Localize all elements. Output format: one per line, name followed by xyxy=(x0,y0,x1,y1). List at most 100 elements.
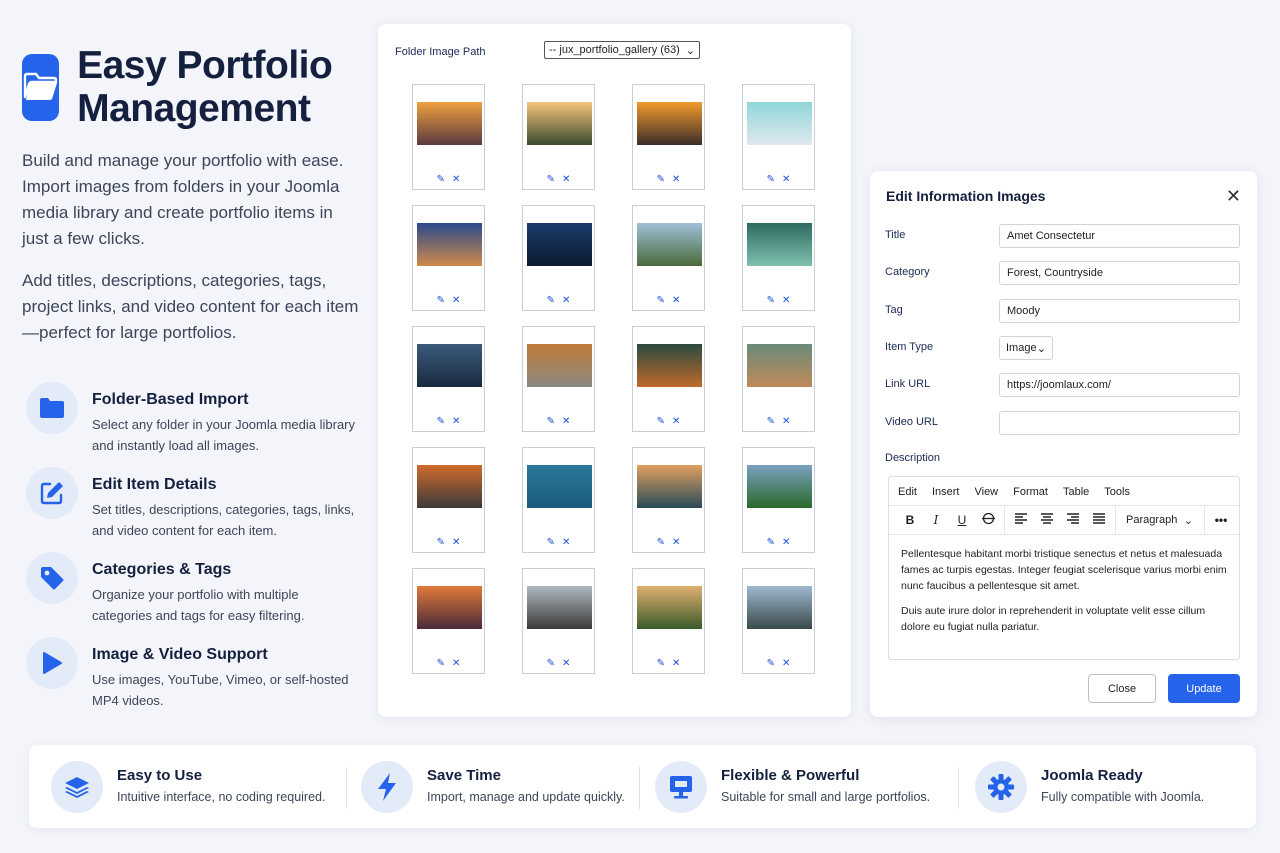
bold-icon[interactable]: B xyxy=(897,513,923,527)
delete-icon[interactable]: ✕ xyxy=(672,296,680,306)
edit-icon[interactable]: ✎ xyxy=(657,175,665,185)
edit-icon[interactable]: ✎ xyxy=(437,296,445,306)
video-url-input[interactable] xyxy=(999,411,1240,435)
image-thumbnail[interactable] xyxy=(527,465,592,508)
image-thumbnail[interactable] xyxy=(527,223,592,266)
item-type-select[interactable]: Image ⌄ xyxy=(999,336,1053,360)
align-center-icon[interactable] xyxy=(1034,513,1060,527)
menu-view[interactable]: View xyxy=(974,486,998,505)
editor-content[interactable]: Pellentesque habitant morbi tristique se… xyxy=(889,535,1239,646)
edit-icon[interactable]: ✎ xyxy=(767,659,775,669)
image-thumbnail[interactable] xyxy=(637,586,702,629)
italic-icon[interactable]: I xyxy=(923,513,949,527)
image-thumbnail[interactable] xyxy=(417,223,482,266)
delete-icon[interactable]: ✕ xyxy=(562,659,570,669)
edit-icon[interactable]: ✎ xyxy=(657,659,665,669)
strikethrough-icon[interactable] xyxy=(975,512,1001,528)
menu-format[interactable]: Format xyxy=(1013,486,1048,505)
more-options-icon[interactable]: ••• xyxy=(1208,513,1234,527)
edit-icon[interactable]: ✎ xyxy=(767,175,775,185)
menu-edit[interactable]: Edit xyxy=(898,486,917,505)
edit-icon[interactable]: ✎ xyxy=(657,417,665,427)
image-thumbnail[interactable] xyxy=(747,102,812,145)
delete-icon[interactable]: ✕ xyxy=(562,175,570,185)
align-justify-icon[interactable] xyxy=(1086,513,1112,527)
benefit-easy-to-use: Easy to Use Intuitive interface, no codin… xyxy=(51,761,325,813)
delete-icon[interactable]: ✕ xyxy=(562,538,570,548)
delete-icon[interactable]: ✕ xyxy=(782,417,790,427)
align-left-icon[interactable] xyxy=(1008,513,1034,527)
image-thumbnail[interactable] xyxy=(637,344,702,387)
edit-icon[interactable]: ✎ xyxy=(547,175,555,185)
rich-text-editor: Edit Insert View Format Table Tools B I … xyxy=(888,476,1240,660)
image-thumbnail[interactable] xyxy=(527,102,592,145)
menu-insert[interactable]: Insert xyxy=(932,486,960,505)
link-url-input[interactable]: https://joomlaux.com/ xyxy=(999,373,1240,397)
category-input[interactable]: Forest, Countryside xyxy=(999,261,1240,285)
delete-icon[interactable]: ✕ xyxy=(452,538,460,548)
edit-icon[interactable]: ✎ xyxy=(767,296,775,306)
delete-icon[interactable]: ✕ xyxy=(562,417,570,427)
delete-icon[interactable]: ✕ xyxy=(672,659,680,669)
edit-icon[interactable]: ✎ xyxy=(437,659,445,669)
edit-icon[interactable]: ✎ xyxy=(437,538,445,548)
edit-icon[interactable]: ✎ xyxy=(547,538,555,548)
delete-icon[interactable]: ✕ xyxy=(452,175,460,185)
underline-icon[interactable]: U xyxy=(949,513,975,527)
card-actions: ✎ ✕ xyxy=(413,417,484,427)
edit-icon[interactable]: ✎ xyxy=(547,659,555,669)
delete-icon[interactable]: ✕ xyxy=(452,296,460,306)
delete-icon[interactable]: ✕ xyxy=(672,417,680,427)
delete-icon[interactable]: ✕ xyxy=(452,659,460,669)
title-input[interactable]: Amet Consectetur xyxy=(999,224,1240,248)
image-thumbnail[interactable] xyxy=(637,465,702,508)
card-actions: ✎ ✕ xyxy=(413,175,484,185)
delete-icon[interactable]: ✕ xyxy=(672,175,680,185)
image-thumbnail[interactable] xyxy=(637,223,702,266)
edit-icon[interactable]: ✎ xyxy=(657,296,665,306)
close-icon[interactable]: ✕ xyxy=(1226,186,1241,207)
image-thumbnail[interactable] xyxy=(417,586,482,629)
delete-icon[interactable]: ✕ xyxy=(782,175,790,185)
editor-toolbar: B I U Paragraph ⌄ ••• xyxy=(889,505,1239,535)
image-thumbnail[interactable] xyxy=(417,344,482,387)
category-label: Category xyxy=(885,266,930,278)
delete-icon[interactable]: ✕ xyxy=(782,659,790,669)
image-thumbnail[interactable] xyxy=(747,223,812,266)
image-thumbnail[interactable] xyxy=(637,102,702,145)
feature-desc: Set titles, descriptions, categories, ta… xyxy=(92,502,355,538)
edit-icon[interactable]: ✎ xyxy=(437,175,445,185)
delete-icon[interactable]: ✕ xyxy=(452,417,460,427)
image-thumbnail[interactable] xyxy=(527,586,592,629)
edit-icon[interactable]: ✎ xyxy=(767,417,775,427)
delete-icon[interactable]: ✕ xyxy=(782,296,790,306)
description-label: Description xyxy=(885,452,941,464)
edit-icon[interactable]: ✎ xyxy=(437,417,445,427)
image-thumbnail[interactable] xyxy=(747,344,812,387)
delete-icon[interactable]: ✕ xyxy=(562,296,570,306)
edit-icon[interactable]: ✎ xyxy=(767,538,775,548)
card-actions: ✎ ✕ xyxy=(633,417,704,427)
tag-input[interactable]: Moody xyxy=(999,299,1240,323)
edit-icon[interactable]: ✎ xyxy=(657,538,665,548)
menu-tools[interactable]: Tools xyxy=(1104,486,1130,505)
block-format-select[interactable]: Paragraph ⌄ xyxy=(1119,514,1201,527)
card-actions: ✎ ✕ xyxy=(633,296,704,306)
close-button[interactable]: Close xyxy=(1088,674,1156,703)
image-thumbnail[interactable] xyxy=(747,586,812,629)
folder-path-select[interactable]: -- jux_portfolio_gallery (63) ⌄ xyxy=(544,41,700,59)
image-thumbnail[interactable] xyxy=(417,102,482,145)
delete-icon[interactable]: ✕ xyxy=(782,538,790,548)
edit-icon[interactable]: ✎ xyxy=(547,417,555,427)
card-actions: ✎ ✕ xyxy=(523,175,594,185)
edit-icon[interactable]: ✎ xyxy=(547,296,555,306)
image-thumbnail[interactable] xyxy=(527,344,592,387)
align-right-icon[interactable] xyxy=(1060,513,1086,527)
folder-app-icon xyxy=(22,53,60,121)
image-thumbnail[interactable] xyxy=(747,465,812,508)
image-thumbnail[interactable] xyxy=(417,465,482,508)
benefit-title: Flexible & Powerful xyxy=(721,767,860,784)
update-button[interactable]: Update xyxy=(1168,674,1240,703)
menu-table[interactable]: Table xyxy=(1063,486,1089,505)
delete-icon[interactable]: ✕ xyxy=(672,538,680,548)
